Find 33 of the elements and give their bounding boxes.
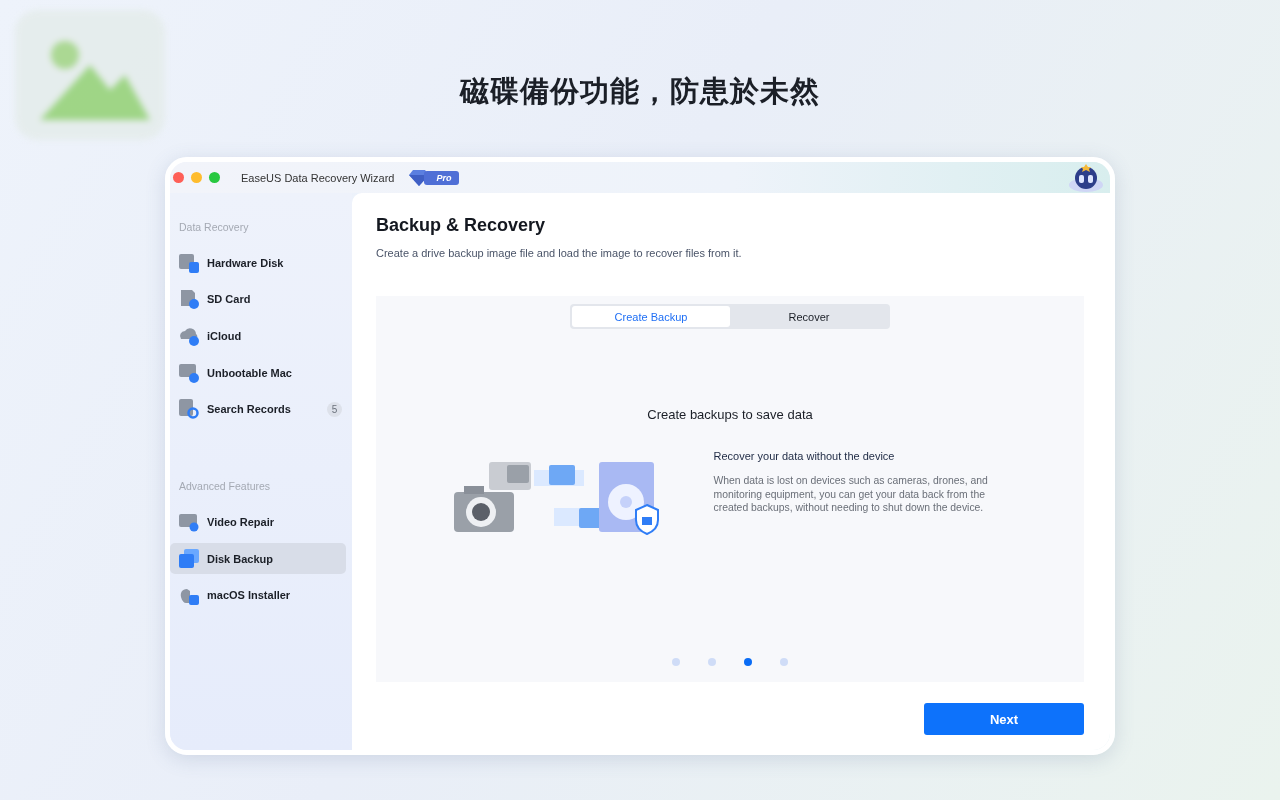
robot-avatar-icon[interactable] (1068, 162, 1104, 193)
pagination-dot[interactable] (780, 658, 788, 666)
sidebar-item[interactable]: SD Card (170, 283, 346, 315)
minimize-button[interactable] (191, 172, 202, 183)
section-title: Advanced Features (178, 479, 272, 495)
pagination-dot[interactable] (672, 658, 680, 666)
close-button[interactable] (173, 172, 184, 183)
pagination-dot[interactable] (744, 658, 752, 666)
sidebar-item[interactable]: Hardware Disk (170, 247, 346, 278)
section-title: Data Recovery (178, 220, 250, 235)
sidebar-item[interactable]: Search Records 5 (170, 393, 346, 425)
next-button[interactable]: Next (924, 703, 1084, 735)
page-subtitle: Create a drive backup image file and load the image to recover files from it. (376, 247, 743, 259)
sidebar-item[interactable]: Disk Backup (170, 543, 346, 575)
window-title: EaseUS Data Recovery Wizard (241, 171, 395, 184)
sidebar-item[interactable]: Video Repair (170, 506, 346, 538)
count-badge: 5 (327, 401, 342, 417)
headline: 磁碟備份功能，防患於未然 (460, 73, 820, 110)
sd-card-icon (178, 288, 200, 311)
sidebar-item[interactable]: iCloud (170, 320, 346, 352)
pagination-dot[interactable] (708, 658, 716, 666)
sidebar-item[interactable]: Unbootable Mac (170, 357, 346, 389)
slide-title: Recover your data without the device (713, 450, 896, 462)
slide-heading: Create backups to save data (647, 407, 813, 422)
document-search-icon (178, 398, 200, 421)
tab[interactable]: Create Backup (572, 306, 730, 327)
edition-badge: Pro (424, 170, 460, 185)
slide-description: When data is lost on devices such as cameras, drones, and monitoring equipment, you can get your data back from the created backups, without needing to shut down the device. (713, 474, 989, 515)
tab[interactable]: Recover (730, 306, 888, 327)
page-title: Backup & Recovery (376, 215, 547, 236)
drive-icon (178, 251, 200, 274)
sidebar-item[interactable]: macOS Installer (170, 579, 346, 611)
zoom-button[interactable] (209, 172, 220, 183)
